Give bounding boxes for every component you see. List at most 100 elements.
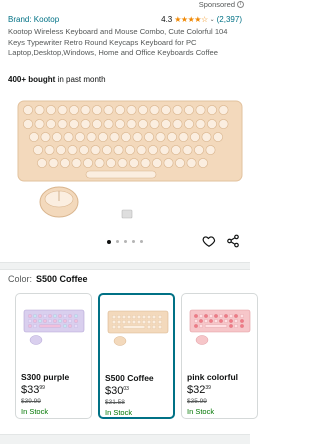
carousel-dot[interactable] bbox=[124, 240, 127, 243]
keycap bbox=[171, 145, 181, 155]
keycap bbox=[149, 105, 160, 115]
keycap bbox=[186, 158, 197, 168]
keycap bbox=[79, 145, 89, 155]
sponsored-label[interactable]: Sponsored i bbox=[199, 0, 244, 9]
variant-list-price: $35.99 bbox=[187, 398, 207, 405]
keycap bbox=[103, 105, 114, 115]
variant-stock: In Stock bbox=[21, 407, 49, 416]
share-icon[interactable] bbox=[226, 234, 240, 248]
keycap bbox=[161, 105, 171, 115]
keycap bbox=[149, 119, 160, 129]
keycap bbox=[140, 158, 151, 168]
variant-card-s300-purple[interactable]: S300 purple $3399 $39.99 In Stock bbox=[15, 293, 92, 419]
info-icon[interactable]: i bbox=[237, 1, 244, 8]
keycap bbox=[121, 132, 131, 142]
product-title[interactable]: Kootop Wireless Keyboard and Mouse Combo… bbox=[8, 27, 244, 59]
keycap bbox=[125, 145, 135, 155]
keycap bbox=[155, 132, 166, 142]
keycap bbox=[48, 158, 59, 168]
keycap bbox=[144, 132, 154, 142]
keycap bbox=[46, 105, 56, 115]
keycap bbox=[190, 132, 200, 142]
variant-list-price: $39.99 bbox=[21, 398, 41, 405]
keycap bbox=[175, 158, 185, 168]
keycap bbox=[86, 132, 97, 142]
keycap bbox=[94, 158, 105, 168]
color-selector-label: Color: S500 Coffee bbox=[8, 274, 88, 284]
keycap bbox=[56, 145, 66, 155]
keycap bbox=[44, 145, 55, 155]
rating-summary[interactable]: 4.3 ★★★★☆ ⌄ (2,397) bbox=[161, 15, 242, 24]
carousel-dot[interactable] bbox=[132, 240, 135, 243]
keycap bbox=[126, 119, 137, 129]
keycap bbox=[98, 132, 108, 142]
keycap bbox=[129, 158, 139, 168]
keycap bbox=[29, 132, 39, 142]
keycap bbox=[103, 119, 114, 129]
keycap bbox=[159, 145, 170, 155]
keycap bbox=[115, 105, 125, 115]
keycap bbox=[136, 145, 147, 155]
keycap bbox=[37, 158, 47, 168]
keycap bbox=[138, 105, 148, 115]
keycap bbox=[207, 119, 217, 129]
variant-price: $3399 bbox=[21, 384, 45, 396]
keycap bbox=[109, 132, 120, 142]
heart-icon[interactable] bbox=[202, 234, 216, 248]
spacebar bbox=[85, 170, 157, 179]
keycap bbox=[167, 132, 177, 142]
keycap bbox=[195, 119, 206, 129]
variant-card-s500-coffee[interactable]: S500 Coffee $3003 $31.58 In Stock bbox=[98, 293, 175, 419]
keycap bbox=[161, 119, 171, 129]
keycap bbox=[195, 105, 206, 115]
brand-link[interactable]: Brand: Kootop bbox=[8, 15, 59, 24]
keycap bbox=[178, 132, 189, 142]
keycap bbox=[23, 105, 33, 115]
keycap bbox=[117, 158, 128, 168]
keycap bbox=[102, 145, 112, 155]
keycap bbox=[71, 158, 82, 168]
variant-image bbox=[107, 310, 169, 346]
keycap bbox=[92, 119, 102, 129]
keycap bbox=[172, 105, 183, 115]
rating-count[interactable]: (2,397) bbox=[217, 15, 242, 24]
keycap bbox=[80, 105, 91, 115]
star-rating-icon: ★★★★☆ bbox=[174, 15, 208, 24]
keycap bbox=[218, 119, 229, 129]
carousel-dot[interactable] bbox=[116, 240, 119, 243]
bought-count: 400+ bought in past month bbox=[8, 75, 106, 84]
keycap bbox=[90, 145, 101, 155]
carousel-dot[interactable] bbox=[140, 240, 143, 243]
keycap bbox=[75, 132, 85, 142]
keycap bbox=[172, 119, 183, 129]
bottom-divider bbox=[0, 434, 250, 444]
keycap bbox=[83, 158, 93, 168]
keycap bbox=[138, 119, 148, 129]
keycap bbox=[152, 158, 162, 168]
keycap bbox=[34, 119, 45, 129]
brand-rating-row: Brand: Kootop 4.3 ★★★★☆ ⌄ (2,397) bbox=[8, 15, 242, 24]
variant-stock: In Stock bbox=[187, 407, 215, 416]
keycap bbox=[184, 119, 194, 129]
keycap bbox=[106, 158, 116, 168]
variant-card-pink-colorful[interactable]: pink colorful $3239 $35.99 In Stock bbox=[181, 293, 258, 419]
keycap bbox=[92, 105, 102, 115]
variant-price: $3003 bbox=[105, 385, 129, 397]
rating-value: 4.3 bbox=[161, 15, 173, 24]
variant-name: S500 Coffee bbox=[105, 373, 154, 383]
keycap bbox=[218, 105, 229, 115]
chevron-down-icon[interactable]: ⌄ bbox=[210, 16, 215, 23]
keycap bbox=[184, 105, 194, 115]
keycap bbox=[60, 158, 70, 168]
carousel-dot[interactable] bbox=[107, 239, 111, 244]
keycap bbox=[207, 105, 217, 115]
selected-color: S500 Coffee bbox=[36, 274, 88, 284]
product-image[interactable] bbox=[0, 93, 250, 235]
keycap bbox=[33, 145, 43, 155]
variant-price: $3239 bbox=[187, 384, 211, 396]
keycap bbox=[40, 132, 51, 142]
keycap bbox=[113, 145, 124, 155]
keycap bbox=[148, 145, 158, 155]
variant-name: S300 purple bbox=[21, 372, 70, 382]
variant-list[interactable]: S300 purple $3399 $39.99 In Stock S500 C… bbox=[15, 293, 258, 423]
